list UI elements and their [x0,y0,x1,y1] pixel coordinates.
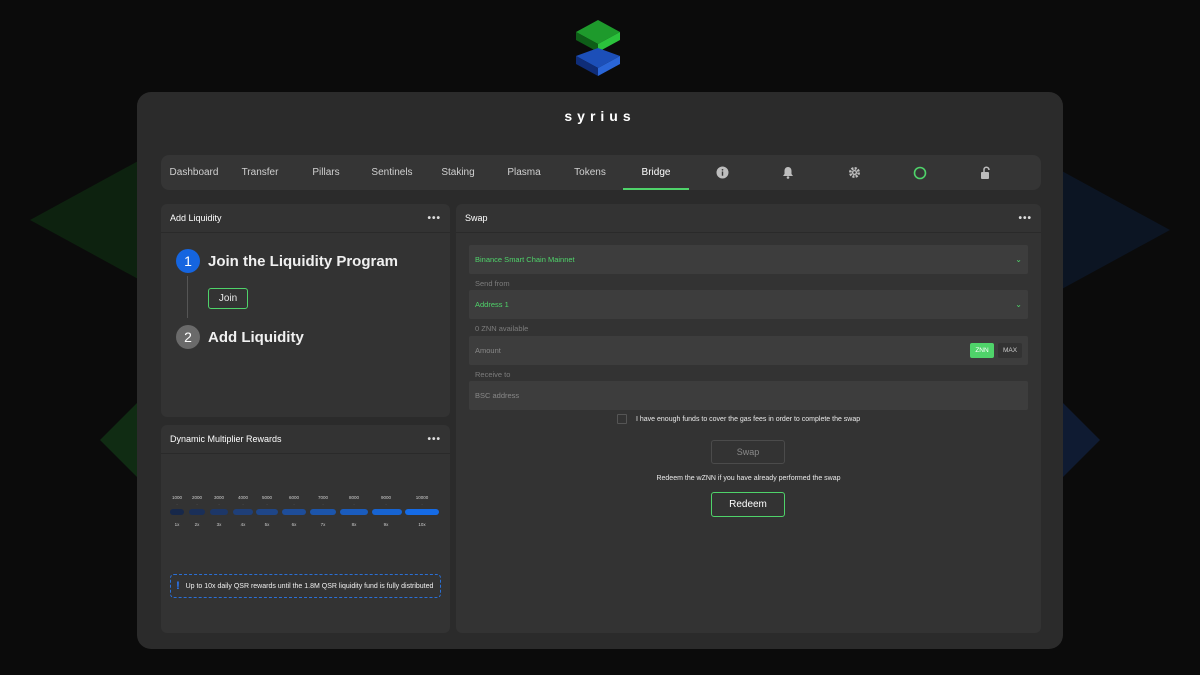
multiplier-level: 10000 · 10x [405,495,439,527]
send-from-label: Send from [475,279,510,288]
dynamic-multiplier-card: Dynamic Multiplier Rewards ••• 1000 · 1x… [161,425,450,633]
more-menu-icon[interactable]: ••• [1018,213,1032,224]
bsc-address-placeholder: BSC address [475,391,520,400]
network-value: Binance Smart Chain Mainnet [475,255,575,264]
address-value: Address 1 [475,300,509,309]
swap-button[interactable]: Swap [711,440,785,464]
multiplier-level: 6000 · 6x [280,495,308,527]
checkbox-label: I have enough funds to cover the gas fee… [636,415,861,423]
chevron-down-icon[interactable]: ⌄ [1015,255,1022,264]
available-balance: 0 ZNN available [475,324,529,333]
notice-text: Up to 10x daily QSR rewards until the 1.… [185,582,434,590]
tab-plasma[interactable]: Plasma [491,155,557,190]
unlock-icon[interactable] [953,155,1019,190]
level-multiplier: 8x [351,522,357,527]
level-bar [210,509,228,515]
multiplier-level: 9000 · 9x [372,495,402,527]
level-bar [282,509,306,515]
tab-transfer[interactable]: Transfer [227,155,293,190]
level-bar [340,509,368,515]
more-menu-icon[interactable]: ••• [427,434,441,445]
card-title: Add Liquidity [170,213,222,223]
level-multiplier: 5x [264,522,270,527]
multiplier-level: 5000 · 5x [253,495,281,527]
address-select[interactable]: Address 1 ⌄ [469,290,1028,319]
exclamation-icon: ! [176,579,180,592]
step-title-add: Add Liquidity [208,329,304,346]
level-multiplier: 10x [418,522,426,527]
card-header: Swap ••• [456,204,1041,233]
status-ring-icon[interactable] [887,155,953,190]
rewards-notice: ! Up to 10x daily QSR rewards until the … [170,574,441,598]
level-bar [310,509,336,515]
tab-dashboard[interactable]: Dashboard [161,155,227,190]
gear-icon[interactable] [821,155,887,190]
level-multiplier: 9x [383,522,389,527]
bsc-address-input[interactable]: BSC address [469,381,1028,410]
chevron-down-icon[interactable]: ⌄ [1015,300,1022,309]
more-menu-icon[interactable]: ••• [427,213,441,224]
background-shape [1060,400,1100,480]
tab-bridge[interactable]: Bridge [623,155,689,190]
app-title: syrius [564,108,636,124]
level-bar [170,509,184,515]
amount-placeholder: Amount [475,346,501,355]
join-button[interactable]: Join [208,288,248,309]
background-shape [1060,170,1170,290]
level-bar [405,509,439,515]
step-connector [187,276,188,318]
card-header: Add Liquidity ••• [161,204,450,233]
network-select[interactable]: Binance Smart Chain Mainnet ⌄ [469,245,1028,274]
tab-tokens[interactable]: Tokens [557,155,623,190]
info-icon[interactable] [689,155,755,190]
tab-staking[interactable]: Staking [425,155,491,190]
syrius-logo [576,20,620,76]
redeem-button[interactable]: Redeem [711,492,785,517]
multiplier-level: 7000 · 7x [309,495,337,527]
app-window: syrius Dashboard Transfer Pillars Sentin… [137,92,1063,649]
tab-pillars[interactable]: Pillars [293,155,359,190]
swap-card: Swap ••• Binance Smart Chain Mainnet ⌄ S… [456,204,1041,633]
level-bar [372,509,402,515]
level-bar [233,509,253,515]
level-bar [256,509,278,515]
card-header: Dynamic Multiplier Rewards ••• [161,425,450,454]
receive-to-label: Receive to [475,370,511,379]
max-button[interactable]: MAX [998,343,1022,358]
gas-fee-confirmation: I have enough funds to cover the gas fee… [617,414,860,424]
add-liquidity-card: Add Liquidity ••• 1 Join the Liquidity P… [161,204,450,417]
background-shape [100,400,140,480]
znn-token-button[interactable]: ZNN [970,343,994,358]
multiplier-level: 8000 · 8x [340,495,368,527]
card-title: Dynamic Multiplier Rewards [170,434,282,444]
step-number-1: 1 [176,249,200,273]
bell-icon[interactable] [755,155,821,190]
step-title-join: Join the Liquidity Program [208,253,399,270]
gas-fee-checkbox[interactable] [617,414,627,424]
level-bar [189,509,205,515]
redeem-note: Redeem the wZNN if you have already perf… [656,475,841,482]
amount-input[interactable]: Amount ZNN MAX [469,336,1028,365]
level-multiplier: 7x [320,522,326,527]
tab-sentinels[interactable]: Sentinels [359,155,425,190]
top-navigation: Dashboard Transfer Pillars Sentinels Sta… [161,155,1041,190]
background-shape [30,160,140,280]
card-title: Swap [465,213,488,223]
level-multiplier: 6x [291,522,297,527]
step-number-2: 2 [176,325,200,349]
